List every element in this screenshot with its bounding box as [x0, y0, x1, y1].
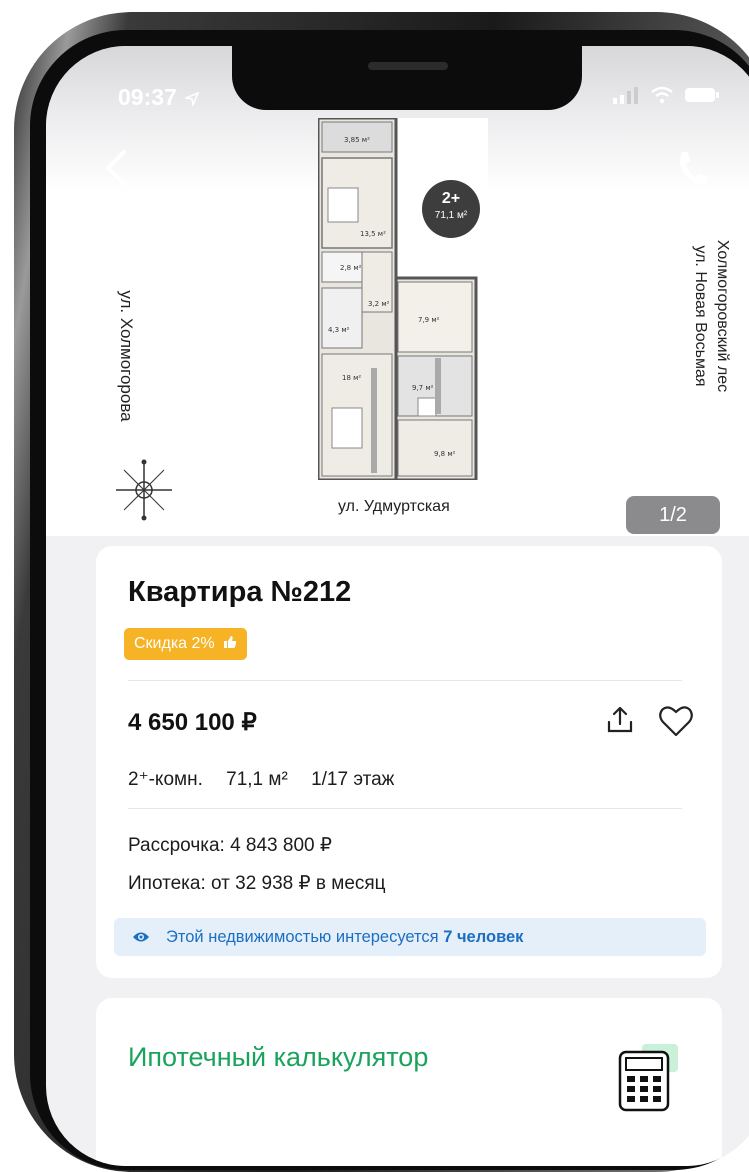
installment-price: Рассрочка: 4 843 800 ₽: [128, 835, 332, 856]
call-button[interactable]: [674, 148, 710, 188]
calculator-icon: [618, 1044, 678, 1112]
share-button[interactable]: [604, 704, 636, 736]
street-right-2: ул. Новая Восьмая: [692, 245, 709, 387]
room-area-2: 13,5 м²: [360, 230, 386, 238]
thumbs-up-icon: [224, 636, 237, 648]
spec-floor: 1/17 этаж: [311, 769, 395, 790]
location-arrow-icon: [183, 91, 200, 108]
interest-text-wrap: Этой недвижимостью интересуется 7 челове…: [166, 918, 523, 956]
calculator-title: Ипотечный калькулятор: [128, 1042, 429, 1072]
badge-area: 71,1 м²: [434, 210, 468, 221]
room-area-9: 9,8 м²: [434, 450, 456, 458]
street-bottom-label: ул. Удмуртская: [338, 498, 450, 515]
street-right-1: Холмогоровский лес: [714, 239, 731, 393]
status-time: 09:37: [118, 84, 200, 111]
favorite-button[interactable]: [658, 704, 694, 738]
phone-notch: [232, 46, 582, 110]
listing-card: Квартира №212 Скидка 2% 4 650 100 ₽ 2⁺-к…: [96, 546, 722, 978]
app-screen: 3,85 м² 13,5 м² 2,8 м² 3,2 м² 4,3 м² 7,9…: [46, 46, 749, 1166]
floor-plan: 3,85 м² 13,5 м² 2,8 м² 3,2 м² 4,3 м² 7,9…: [318, 118, 488, 480]
status-time-value: 09:37: [118, 84, 177, 110]
eye-icon: [133, 932, 149, 942]
share-icon: [607, 706, 633, 733]
divider: [128, 808, 682, 809]
specs-row: 2⁺-комн. 71,1 м² 1/17 этаж: [128, 768, 412, 791]
mortgage-price: Ипотека: от 32 938 ₽ в месяц: [128, 873, 386, 894]
heart-icon: [659, 706, 693, 737]
price: 4 650 100 ₽: [128, 709, 257, 736]
battery-icon: [685, 88, 719, 102]
street-right-labels: Холмогоровский лес ул. Новая Восьмая: [689, 231, 733, 401]
floor-plan-area[interactable]: 3,85 м² 13,5 м² 2,8 м² 3,2 м² 4,3 м² 7,9…: [46, 46, 749, 536]
room-area-4: 3,2 м²: [368, 300, 390, 308]
room-area-3: 2,8 м²: [340, 264, 362, 272]
mortgage-calculator-card[interactable]: Ипотечный калькулятор: [96, 998, 722, 1166]
signal-icon: [613, 87, 639, 104]
status-icons: [613, 86, 720, 109]
compass-icon: [116, 459, 172, 521]
image-counter: 1/2: [626, 496, 720, 534]
badge-rooms: 2+: [441, 190, 461, 207]
spec-area: 71,1 м²: [226, 769, 288, 790]
notch-speaker: [368, 62, 448, 70]
listing-title: Квартира №212: [128, 576, 352, 608]
discount-badge: Скидка 2%: [124, 628, 248, 660]
room-area-1: 3,85 м²: [344, 136, 370, 144]
discount-label: Скидка 2%: [134, 635, 215, 652]
interest-count: 7 человек: [443, 928, 524, 946]
interest-banner: Этой недвижимостью интересуется 7 челове…: [114, 918, 706, 956]
interest-text: Этой недвижимостью интересуется: [166, 928, 439, 946]
back-button[interactable]: [98, 146, 138, 190]
spec-rooms: 2⁺-комн.: [128, 769, 203, 790]
room-area-5: 4,3 м²: [328, 326, 350, 334]
phone-icon: [680, 152, 708, 185]
room-area-7: 18 м²: [342, 374, 361, 382]
back-arrow-icon: [106, 150, 126, 186]
divider: [128, 680, 682, 681]
room-area-6: 7,9 м²: [418, 316, 440, 324]
wifi-icon: [650, 86, 673, 104]
rooms-badge: 2+ 71,1 м²: [422, 180, 480, 238]
room-area-8: 9,7 м²: [412, 384, 434, 392]
street-left-label: ул. Холмогорова: [117, 290, 136, 422]
